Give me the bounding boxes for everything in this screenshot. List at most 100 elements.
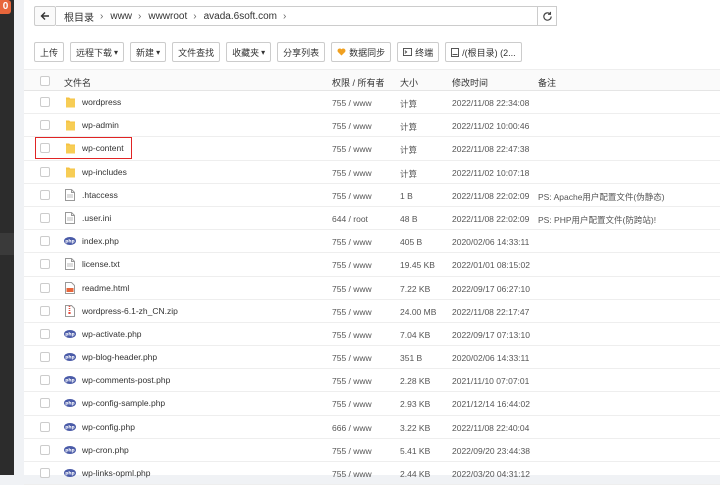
file-name-cell[interactable]: .user.ini xyxy=(64,211,111,225)
file-perm[interactable]: 755 / www xyxy=(332,376,372,386)
column-perm[interactable]: 权限 / 所有者 xyxy=(332,76,385,89)
row-checkbox[interactable] xyxy=(40,259,50,270)
table-row[interactable]: readme.html 755 / www 7.22 KB 2022/09/17 06… xyxy=(24,277,720,300)
file-name-cell[interactable]: php wp-cron.php xyxy=(64,443,129,457)
terminal-button[interactable]: 终端 xyxy=(397,42,440,62)
breadcrumb-item[interactable]: avada.6soft.com xyxy=(204,11,277,22)
breadcrumb[interactable]: 根目录 › www › wwwroot › avada.6soft.com › xyxy=(56,6,557,26)
file-note[interactable]: PS: PHP用户配置文件(防跨站)! xyxy=(538,214,656,226)
file-perm[interactable]: 755 / www xyxy=(332,168,372,178)
file-perm[interactable]: 755 / www xyxy=(332,260,372,270)
file-name[interactable]: wp-includes xyxy=(82,167,127,177)
file-perm[interactable]: 755 / www xyxy=(332,353,372,363)
row-checkbox[interactable] xyxy=(40,444,50,455)
file-name-cell[interactable]: wp-admin xyxy=(64,118,119,132)
row-checkbox[interactable] xyxy=(40,468,50,478)
file-name-cell[interactable]: php wp-config-sample.php xyxy=(64,396,165,410)
row-checkbox[interactable] xyxy=(40,120,50,131)
table-row[interactable]: php wp-cron.php 755 / www 5.41 KB 2022/09/20… xyxy=(24,439,720,462)
data-sync-button[interactable]: 数据同步 xyxy=(331,42,392,62)
file-name[interactable]: .user.ini xyxy=(82,213,111,223)
row-checkbox[interactable] xyxy=(40,97,50,107)
breadcrumb-item[interactable]: www xyxy=(110,11,132,22)
row-checkbox[interactable] xyxy=(40,352,50,363)
file-perm[interactable]: 755 / www xyxy=(332,237,372,247)
table-row[interactable]: php wp-links-opml.php 755 / www 2.44 KB 2022… xyxy=(24,462,720,485)
share-list-button[interactable]: 分享列表 xyxy=(277,42,326,62)
column-name[interactable]: 文件名 xyxy=(64,76,91,89)
file-name[interactable]: wp-activate.php xyxy=(82,329,142,339)
back-button[interactable] xyxy=(34,6,56,26)
table-row[interactable]: php wp-comments-post.php 755 / www 2.28 KB 2… xyxy=(24,369,720,393)
file-name-cell[interactable]: wordpress xyxy=(64,95,121,109)
file-name-cell[interactable]: php wp-config.php xyxy=(64,420,135,434)
select-all-checkbox[interactable] xyxy=(40,76,50,86)
file-name-cell[interactable]: php wp-links-opml.php xyxy=(64,466,151,480)
row-checkbox[interactable] xyxy=(40,166,50,177)
file-name-cell[interactable]: .htaccess xyxy=(64,188,118,202)
file-name[interactable]: index.php xyxy=(82,236,119,246)
file-name[interactable]: wp-admin xyxy=(82,120,119,130)
file-perm[interactable]: 755 / www xyxy=(332,98,372,108)
file-name[interactable]: wp-config-sample.php xyxy=(82,398,165,408)
file-size[interactable]: 计算 xyxy=(400,168,417,180)
table-row[interactable]: .user.ini 644 / root 48 B 2022/11/08 22:02:… xyxy=(24,207,720,231)
file-name-cell[interactable]: readme.html xyxy=(64,281,129,295)
row-checkbox[interactable] xyxy=(40,236,50,247)
row-checkbox[interactable] xyxy=(40,375,50,386)
row-checkbox[interactable] xyxy=(40,305,50,316)
new-button[interactable]: 新建 ▾ xyxy=(130,42,167,62)
path-tab-button[interactable]: /(根目录) (2... xyxy=(445,42,522,62)
file-name[interactable]: license.txt xyxy=(82,259,120,269)
row-checkbox[interactable] xyxy=(40,282,50,293)
table-row[interactable]: php wp-config-sample.php 755 / www 2.93 KB 2… xyxy=(24,392,720,416)
table-row[interactable]: wp-includes 755 / www 计算 2022/11/02 10:07:1… xyxy=(24,161,720,184)
file-name[interactable]: .htaccess xyxy=(82,190,118,200)
file-name-cell[interactable]: wp-includes xyxy=(64,165,127,179)
file-name-cell[interactable]: php wp-comments-post.php xyxy=(64,373,170,387)
file-name[interactable]: wordpress-6.1-zh_CN.zip xyxy=(82,306,178,316)
file-perm[interactable]: 755 / www xyxy=(332,284,372,294)
upload-button[interactable]: 上传 xyxy=(34,42,65,62)
table-row[interactable]: license.txt 755 / www 19.45 KB 2022/01/01 0… xyxy=(24,253,720,277)
file-size[interactable]: 计算 xyxy=(400,98,417,110)
file-size[interactable]: 计算 xyxy=(400,121,417,133)
table-row[interactable]: php index.php 755 / www 405 B 2020/02/06 14:… xyxy=(24,230,720,254)
table-row[interactable]: wordpress-6.1-zh_CN.zip 755 / www 24.00 MB… xyxy=(24,300,720,323)
file-perm[interactable]: 755 / www xyxy=(332,446,372,456)
file-search-button[interactable]: 文件查找 xyxy=(172,42,221,62)
notification-badge[interactable]: 0 xyxy=(0,0,11,14)
file-name-cell[interactable]: php index.php xyxy=(64,234,119,248)
table-row[interactable]: .htaccess 755 / www 1 B 2022/11/08 22:02:09… xyxy=(24,184,720,207)
file-perm[interactable]: 755 / www xyxy=(332,144,372,154)
row-checkbox[interactable] xyxy=(40,212,50,223)
favorites-button[interactable]: 收藏夹 ▾ xyxy=(226,42,272,62)
file-perm[interactable]: 755 / www xyxy=(332,307,372,317)
row-checkbox[interactable] xyxy=(40,421,50,432)
table-row[interactable]: php wp-activate.php 755 / www 7.04 KB 2022/0… xyxy=(24,323,720,347)
column-size[interactable]: 大小 xyxy=(400,76,418,89)
row-checkbox[interactable] xyxy=(40,328,50,339)
table-row[interactable]: php wp-config.php 666 / www 3.22 KB 2022/11/… xyxy=(24,416,720,439)
file-name[interactable]: wp-blog-header.php xyxy=(82,352,157,362)
file-note[interactable]: PS: Apache用户配置文件(伪静态) xyxy=(538,191,665,203)
row-checkbox[interactable] xyxy=(40,398,50,409)
breadcrumb-item[interactable]: 根目录 xyxy=(64,9,94,24)
file-perm[interactable]: 755 / www xyxy=(332,399,372,409)
file-name[interactable]: wp-config.php xyxy=(82,422,135,432)
file-name-cell[interactable]: php wp-activate.php xyxy=(64,327,142,341)
file-perm[interactable]: 644 / root xyxy=(332,214,368,224)
file-name[interactable]: readme.html xyxy=(82,283,129,293)
file-name[interactable]: wp-links-opml.php xyxy=(82,468,151,478)
file-name-cell[interactable]: license.txt xyxy=(64,257,120,271)
file-name[interactable]: wp-cron.php xyxy=(82,445,129,455)
remote-download-button[interactable]: 远程下载 ▾ xyxy=(70,42,125,62)
refresh-button[interactable] xyxy=(537,6,557,26)
file-perm[interactable]: 666 / www xyxy=(332,423,372,433)
file-perm[interactable]: 755 / www xyxy=(332,191,372,201)
column-mtime[interactable]: 修改时间 xyxy=(452,76,488,89)
file-name-cell[interactable]: wordpress-6.1-zh_CN.zip xyxy=(64,304,178,318)
row-checkbox[interactable] xyxy=(40,189,50,200)
file-perm[interactable]: 755 / www xyxy=(332,121,372,131)
file-name[interactable]: wordpress xyxy=(82,97,121,107)
